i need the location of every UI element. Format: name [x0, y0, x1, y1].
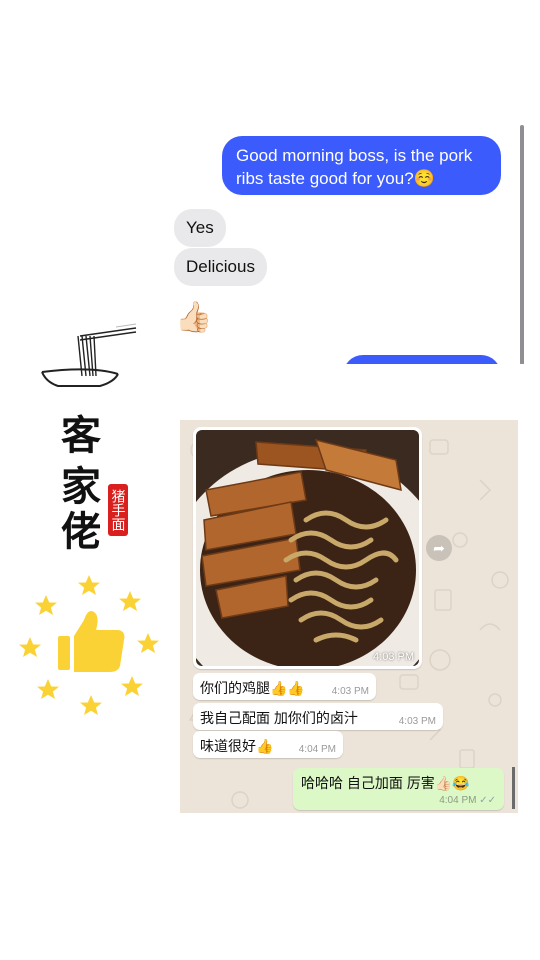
- noodle-dish-photo[interactable]: [196, 430, 419, 666]
- incoming-message-bubble: 我自己配面 加你们的卤汁 4:03 PM: [193, 703, 443, 730]
- message-timestamp: 4:03 PM: [398, 716, 436, 727]
- scrollbar[interactable]: [512, 767, 515, 809]
- outgoing-message-bubble: Good morning boss, is the pork ribs tast…: [222, 136, 501, 195]
- message-text: 味道很好👍: [200, 738, 274, 754]
- incoming-message-bubble: 你们的鸡腿👍👍 4:03 PM: [193, 673, 376, 700]
- logo-character: 佬: [61, 508, 101, 555]
- scrollbar[interactable]: [520, 125, 524, 365]
- read-receipt-icon: ✓✓: [479, 795, 496, 806]
- food-photo-message[interactable]: 4:03 PM: [193, 427, 422, 669]
- message-timestamp: 4:03 PM: [331, 686, 369, 697]
- message-timestamp: 4:04 PM: [298, 744, 336, 755]
- crop-edge: [300, 364, 530, 394]
- incoming-message-bubble: 味道很好👍 4:04 PM: [193, 731, 343, 758]
- message-text: 哈哈哈 自己加面 厉害👍🏻😂: [301, 775, 470, 791]
- message-text: 我自己配面 加你们的卤汁: [200, 710, 358, 726]
- outgoing-message-bubble: 哈哈哈 自己加面 厉害👍🏻😂 4:04 PM ✓✓: [293, 768, 504, 810]
- message-text: 你们的鸡腿👍👍: [200, 680, 305, 696]
- noodle-bowl-icon: [41, 323, 137, 387]
- logo-seal: 猪手面: [108, 484, 128, 536]
- incoming-message-bubble: Yes: [174, 209, 226, 247]
- logo-character: 客: [61, 412, 101, 459]
- incoming-message-bubble: Delicious: [174, 248, 267, 286]
- message-timestamp: 4:03 PM: [373, 651, 414, 663]
- forward-icon[interactable]: ➦: [426, 535, 452, 561]
- message-timestamp: 4:04 PM ✓✓: [439, 795, 496, 806]
- thumbs-up-stars-icon: [19, 575, 159, 715]
- thumbs-up-emoji-message: 👍🏻: [175, 301, 213, 334]
